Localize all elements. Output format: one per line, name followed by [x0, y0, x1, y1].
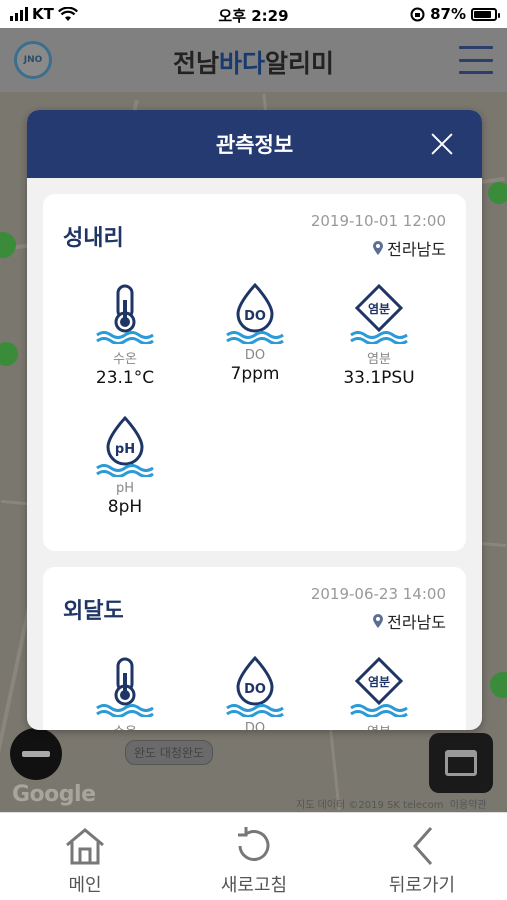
- metric-label: 염분: [367, 352, 391, 367]
- salinity-icon-text: 염분: [368, 301, 390, 316]
- map-layer-button[interactable]: [429, 733, 493, 793]
- zoom-out-button[interactable]: [10, 728, 62, 780]
- metric-ph: pH pH 8pH: [70, 407, 180, 517]
- station-region: 전라남도: [373, 236, 446, 260]
- do-icon-text: DO: [244, 682, 266, 697]
- ph-drop-icon: pH: [96, 415, 154, 477]
- station-region: 전라남도: [373, 609, 446, 633]
- metric-value: 7ppm: [230, 364, 280, 384]
- home-icon: [66, 828, 104, 865]
- map-marker[interactable]: [0, 232, 16, 258]
- map-terms-link[interactable]: 이용약관: [450, 800, 487, 811]
- metric-value: 23.1°C: [95, 368, 155, 388]
- metric-salinity: 염분 염분 33.1PSU: [324, 274, 434, 388]
- nav-refresh-button[interactable]: 새로고침: [179, 823, 329, 897]
- map-location-label: 완도 대청완도: [125, 740, 214, 765]
- thermometer-icon: [96, 284, 154, 344]
- chevron-left-icon: [412, 827, 433, 865]
- close-icon[interactable]: [430, 132, 454, 156]
- metric-label: DO: [244, 721, 266, 730]
- observation-modal: 관측정보 성내리 2019-10-01 12:00 전라남도 수온 23.1°C…: [27, 110, 482, 730]
- modal-title: 관측정보: [215, 133, 294, 157]
- nav-refresh-label: 새로고침: [220, 875, 288, 896]
- app-title-part3: 알리미: [265, 49, 335, 78]
- orientation-lock-icon: [410, 7, 425, 21]
- modal-header: 관측정보: [27, 110, 482, 178]
- salinity-icon: 염분: [350, 283, 408, 344]
- app-bar: JNO 전남바다알리미: [0, 28, 507, 92]
- metric-water-temp: 수온 23.1°C: [70, 274, 180, 388]
- station-name: 성내리: [63, 226, 124, 251]
- station-region-text: 전라남도: [387, 240, 446, 259]
- map-marker[interactable]: [0, 342, 18, 366]
- metric-do: DO DO: [200, 647, 310, 730]
- map-copyright-text: 지도 데이터 ©2019 SK telecom: [296, 800, 444, 811]
- status-bar: KT 오후 2:29 87%: [0, 0, 507, 28]
- map-marker[interactable]: [488, 182, 507, 204]
- app-title-part2: 바다: [218, 49, 265, 78]
- nav-back-button[interactable]: 뒤로가기: [347, 823, 497, 897]
- do-icon-text: DO: [244, 309, 266, 324]
- station-card: 성내리 2019-10-01 12:00 전라남도 수온 23.1°C DO D…: [43, 194, 466, 551]
- google-logo: Google: [12, 782, 96, 807]
- metric-water-temp: 수온: [70, 647, 180, 730]
- location-pin-icon: [373, 241, 384, 255]
- nav-home-button[interactable]: 메인: [10, 823, 160, 897]
- metric-value: 33.1PSU: [343, 368, 415, 388]
- app-title: 전남바다알리미: [0, 44, 507, 80]
- station-datetime: 2019-06-23 14:00: [310, 585, 446, 603]
- metric-value: 8pH: [107, 497, 143, 517]
- status-right: 87%: [410, 5, 500, 23]
- metric-label: 염분: [324, 721, 434, 730]
- metric-label: 수온: [113, 352, 137, 367]
- metric-salinity: 염분 염분: [324, 647, 434, 730]
- map-marker[interactable]: [490, 672, 507, 698]
- map-copyright: 지도 데이터 ©2019 SK telecom 이용약관: [296, 796, 487, 811]
- station-datetime: 2019-10-01 12:00: [310, 212, 446, 230]
- metric-label: 수온: [70, 721, 180, 730]
- modal-body[interactable]: 성내리 2019-10-01 12:00 전라남도 수온 23.1°C DO D…: [27, 178, 482, 730]
- app-title-part1: 전남: [172, 49, 219, 78]
- metric-label: pH: [115, 481, 135, 496]
- bottom-nav: 메인 새로고침 뒤로가기: [0, 812, 507, 900]
- ph-icon-text: pH: [115, 442, 135, 457]
- location-pin-icon: [373, 614, 384, 628]
- nav-back-label: 뒤로가기: [388, 875, 456, 896]
- battery-icon: [471, 7, 500, 21]
- station-region-text: 전라남도: [387, 613, 446, 632]
- salinity-icon: 염분: [350, 656, 408, 717]
- do-drop-icon: DO: [226, 282, 284, 344]
- station-name: 외달도: [63, 599, 124, 624]
- thermometer-icon: [96, 657, 154, 717]
- station-card: 외달도 2019-06-23 14:00 전라남도 수온 DO DO 염분 염분: [43, 567, 466, 730]
- nav-home-label: 메인: [68, 875, 102, 896]
- menu-icon[interactable]: [459, 46, 493, 74]
- battery-percent: 87%: [430, 5, 466, 23]
- metric-do: DO DO 7ppm: [200, 274, 310, 384]
- refresh-icon: [238, 827, 270, 861]
- do-drop-icon: DO: [226, 655, 284, 717]
- salinity-icon-text: 염분: [368, 674, 390, 689]
- metric-label: DO: [244, 348, 266, 363]
